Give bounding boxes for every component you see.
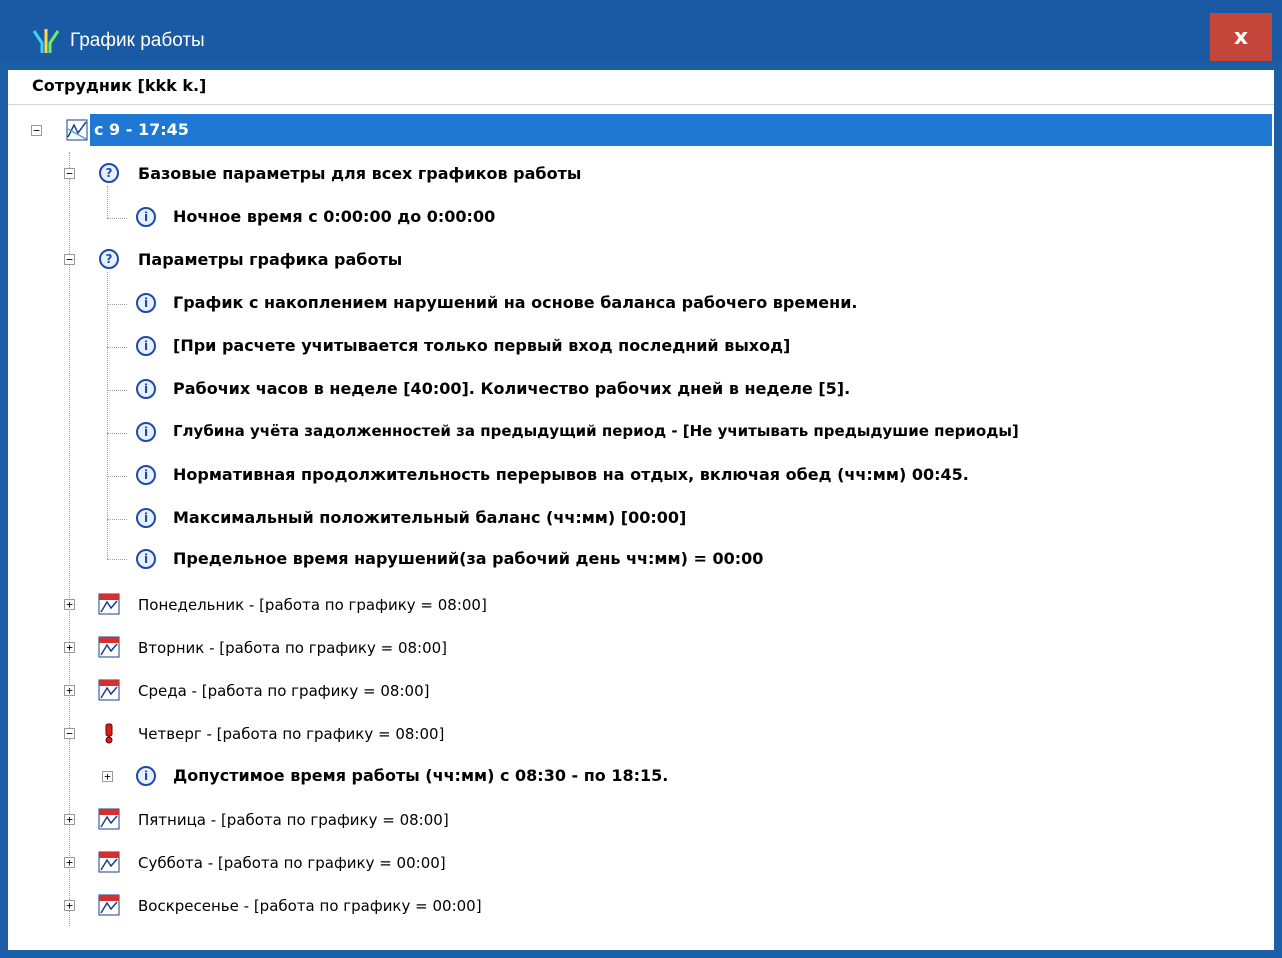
day-item[interactable]: Пятница - [работа по графику = 08:00] xyxy=(138,811,449,829)
tree-connector xyxy=(107,347,127,348)
svg-text:?: ? xyxy=(106,166,113,180)
info-icon: i xyxy=(136,207,156,227)
calendar-icon xyxy=(98,851,120,873)
tree-connector xyxy=(107,218,127,219)
tree-connector xyxy=(107,272,108,559)
tree-connector xyxy=(107,390,127,391)
thursday-child[interactable]: Допустимое время работы (чч:мм) с 08:30 … xyxy=(173,766,668,785)
svg-text:i: i xyxy=(144,552,148,566)
svg-text:i: i xyxy=(144,769,148,783)
expand-toggle[interactable]: + xyxy=(64,814,75,825)
expand-toggle[interactable]: + xyxy=(64,599,75,610)
day-item[interactable]: Среда - [работа по графику = 08:00] xyxy=(138,682,429,700)
title-bar[interactable]: График работы x xyxy=(0,0,1282,62)
param-item[interactable]: Нормативная продолжительность перерывов … xyxy=(173,465,969,484)
collapse-toggle[interactable]: − xyxy=(64,168,75,179)
expand-toggle[interactable]: + xyxy=(64,857,75,868)
calendar-icon xyxy=(98,808,120,830)
svg-text:i: i xyxy=(144,511,148,525)
day-item[interactable]: Воскресенье - [работа по графику = 00:00… xyxy=(138,897,482,915)
svg-text:i: i xyxy=(144,468,148,482)
param-item[interactable]: Предельное время нарушений(за рабочий де… xyxy=(173,549,763,568)
calendar-icon xyxy=(98,679,120,701)
group-label-base[interactable]: Базовые параметры для всех графиков рабо… xyxy=(138,164,581,183)
root-label[interactable]: с 9 - 17:45 xyxy=(94,120,189,139)
app-icon xyxy=(32,29,60,53)
day-item[interactable]: Суббота - [работа по графику = 00:00] xyxy=(138,854,446,872)
window-title: График работы xyxy=(70,30,205,51)
tree-connector xyxy=(107,304,127,305)
calendar-icon xyxy=(98,636,120,658)
exclamation-icon xyxy=(105,723,113,744)
tree-connector xyxy=(107,476,127,477)
param-item[interactable]: Максимальный положительный баланс (чч:мм… xyxy=(173,508,686,527)
param-item[interactable]: Глубина учёта задолженностей за предыдущ… xyxy=(173,422,1019,440)
svg-text:i: i xyxy=(144,339,148,353)
info-icon: i xyxy=(136,379,156,399)
collapse-toggle[interactable]: − xyxy=(64,728,75,739)
tree-connector xyxy=(107,433,127,434)
info-icon: i xyxy=(136,766,156,786)
schedule-icon xyxy=(66,119,88,141)
expand-toggle[interactable]: + xyxy=(64,900,75,911)
param-item[interactable]: График с накоплением нарушений на основе… xyxy=(173,293,858,312)
svg-text:i: i xyxy=(144,425,148,439)
question-icon: ? xyxy=(99,249,119,269)
info-icon: i xyxy=(136,549,156,569)
expand-toggle[interactable]: + xyxy=(64,685,75,696)
selection-highlight xyxy=(90,114,1272,146)
schedule-tree[interactable]: − с 9 - 17:45 − ? Базовые параметры для … xyxy=(8,70,1274,950)
close-icon: x xyxy=(1233,24,1249,50)
day-item[interactable]: Вторник - [работа по графику = 08:00] xyxy=(138,639,447,657)
info-icon: i xyxy=(136,336,156,356)
svg-text:i: i xyxy=(144,382,148,396)
tree-connector xyxy=(69,152,70,926)
window: График работы x Сотрудник [kkk k.] − с 9… xyxy=(0,0,1282,958)
param-item[interactable]: [При расчете учитывается только первый в… xyxy=(173,336,790,355)
info-icon: i xyxy=(136,293,156,313)
question-icon: ? xyxy=(99,163,119,183)
tree-connector xyxy=(107,519,127,520)
svg-text:?: ? xyxy=(106,252,113,266)
info-icon: i xyxy=(136,465,156,485)
calendar-icon xyxy=(98,894,120,916)
group-label-params[interactable]: Параметры графика работы xyxy=(138,250,402,269)
day-item[interactable]: Понедельник - [работа по графику = 08:00… xyxy=(138,596,487,614)
day-item[interactable]: Четверг - [работа по графику = 08:00] xyxy=(138,725,444,743)
base-item[interactable]: Ночное время с 0:00:00 до 0:00:00 xyxy=(173,207,495,226)
tree-connector xyxy=(107,559,127,560)
svg-text:i: i xyxy=(144,210,148,224)
tree-panel: Сотрудник [kkk k.] − с 9 - 17:45 − ? Баз… xyxy=(8,70,1274,950)
tree-connector xyxy=(107,186,108,218)
expand-toggle[interactable]: + xyxy=(102,771,113,782)
collapse-toggle[interactable]: − xyxy=(64,254,75,265)
param-item[interactable]: Рабочих часов в неделе [40:00]. Количест… xyxy=(173,379,850,398)
close-button[interactable]: x xyxy=(1210,13,1272,61)
expand-toggle[interactable]: + xyxy=(64,642,75,653)
collapse-toggle[interactable]: − xyxy=(31,125,42,136)
svg-text:i: i xyxy=(144,296,148,310)
info-icon: i xyxy=(136,422,156,442)
info-icon: i xyxy=(136,508,156,528)
calendar-icon xyxy=(98,593,120,615)
